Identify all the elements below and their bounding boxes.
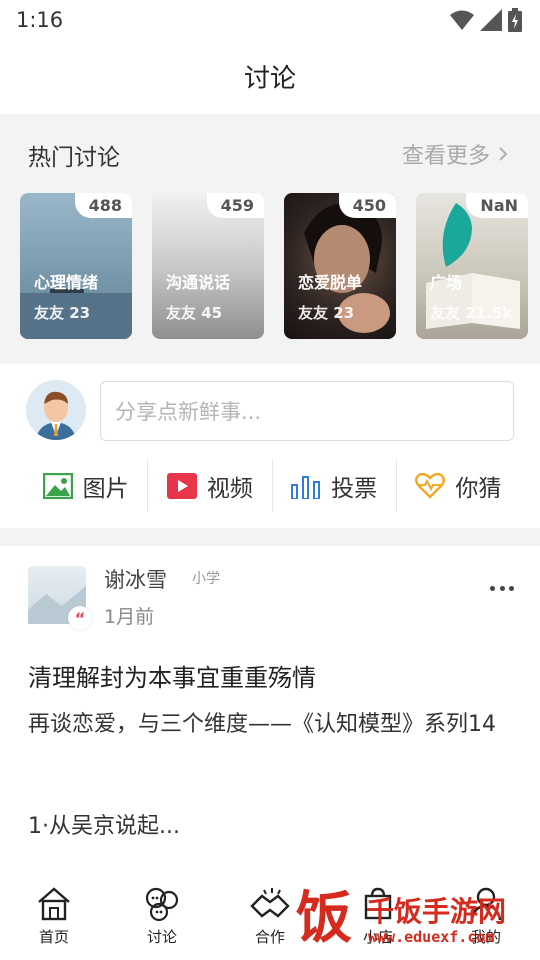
topic-card[interactable]: 459 沟通说话 友友 45 xyxy=(152,193,264,339)
status-bar: 1:16 xyxy=(0,0,540,44)
see-more-label: 查看更多 xyxy=(401,144,490,169)
post-card[interactable]: “ 谢冰雪 小学 1月前 清理解封为本事宜重重殇情 再谈恋爱，与三个维度——《认… xyxy=(0,546,540,876)
header: 讨论 xyxy=(0,44,540,114)
post-title: 清理解封为本事宜重重殇情 xyxy=(28,664,316,692)
see-more-link[interactable]: 查看更多 xyxy=(402,138,508,170)
action-label: 视频 xyxy=(206,476,253,502)
handshake-icon xyxy=(250,888,290,918)
nav-label: 首页 xyxy=(38,928,69,946)
topic-card[interactable]: 488 心理情绪 友友 23 xyxy=(20,193,132,339)
video-icon xyxy=(166,473,197,499)
nav-profile[interactable]: 我的 xyxy=(432,876,540,960)
post-time: 1月前 xyxy=(104,606,155,628)
nav-discuss[interactable]: 讨论 xyxy=(108,876,216,960)
action-label: 你猜 xyxy=(455,476,502,502)
topic-count: 488 xyxy=(74,193,132,218)
nav-shop[interactable]: 小店 xyxy=(324,876,432,960)
action-video-button[interactable]: 视频 xyxy=(148,460,273,512)
post-author-tag: 小学 xyxy=(192,571,220,587)
nav-home[interactable]: 首页 xyxy=(0,876,108,960)
hot-discussions-section: 热门讨论 查看更多 488 心理情绪 友友 23 459 沟通说话 友友 45 … xyxy=(0,114,540,364)
nav-label: 合作 xyxy=(254,928,285,946)
section-divider xyxy=(0,528,540,546)
topic-name: 恋爱脱单 xyxy=(298,273,363,292)
topic-count: 459 xyxy=(206,193,264,218)
nav-label: 讨论 xyxy=(146,928,177,946)
heart-pulse-icon xyxy=(415,473,446,499)
person-icon xyxy=(470,887,502,921)
house-icon xyxy=(38,887,70,921)
chevron-right-icon xyxy=(499,147,508,161)
hot-discussions-title: 热门讨论 xyxy=(28,145,120,171)
topic-cards: 488 心理情绪 友友 23 459 沟通说话 友友 45 450 恋爱脱单 友… xyxy=(20,193,530,339)
quote-icon: “ xyxy=(68,606,92,630)
bottom-nav: 首页 讨论 合作 小店 我的 xyxy=(0,876,540,960)
topic-name: 心理情绪 xyxy=(34,273,99,292)
status-icons xyxy=(450,8,522,32)
topic-members: 友友 45 xyxy=(166,304,223,322)
action-vote-button[interactable]: 投票 xyxy=(273,460,397,512)
topic-card[interactable]: NaN 广场 友友 21.5k xyxy=(416,193,528,339)
compose-area: 分享点新鲜事... 图片 视频 投票 你猜 xyxy=(0,364,540,528)
action-image-button[interactable]: 图片 xyxy=(24,460,149,512)
topic-members: 友友 23 xyxy=(34,304,91,322)
user-avatar-icon xyxy=(26,380,86,440)
status-time: 1:16 xyxy=(16,8,64,32)
topic-name: 广场 xyxy=(430,273,463,292)
topic-name: 沟通说话 xyxy=(166,273,231,292)
more-options-icon[interactable] xyxy=(490,582,514,594)
post-snippet: 1·从吴京说起... xyxy=(28,814,180,839)
nav-label: 小店 xyxy=(362,928,393,946)
bar-chart-icon xyxy=(291,476,321,499)
wifi-icon xyxy=(450,10,474,30)
nav-cooperate[interactable]: 合作 xyxy=(216,876,324,960)
compose-input[interactable]: 分享点新鲜事... xyxy=(100,381,514,441)
action-guess-button[interactable]: 你猜 xyxy=(397,460,520,512)
nav-label: 我的 xyxy=(470,928,501,946)
topic-members: 友友 23 xyxy=(298,304,355,322)
post-body: 再谈恋爱，与三个维度——《认知模型》系列14 xyxy=(28,712,496,737)
compose-actions: 图片 视频 投票 你猜 xyxy=(24,460,520,512)
shop-bag-icon xyxy=(364,887,392,920)
action-label: 图片 xyxy=(82,476,129,502)
topic-count: 450 xyxy=(338,193,396,218)
topic-members: 友友 21.5k xyxy=(430,304,513,322)
post-author-name[interactable]: 谢冰雪 xyxy=(104,564,167,594)
signal-icon xyxy=(480,9,502,31)
battery-icon xyxy=(508,8,522,32)
topic-card[interactable]: 450 恋爱脱单 友友 23 xyxy=(284,193,396,339)
action-label: 投票 xyxy=(331,476,378,502)
topic-count: NaN xyxy=(466,193,528,218)
avatar[interactable] xyxy=(26,380,86,440)
image-icon xyxy=(42,473,73,499)
chat-bubbles-icon xyxy=(145,887,179,922)
page-title: 讨论 xyxy=(243,64,296,94)
